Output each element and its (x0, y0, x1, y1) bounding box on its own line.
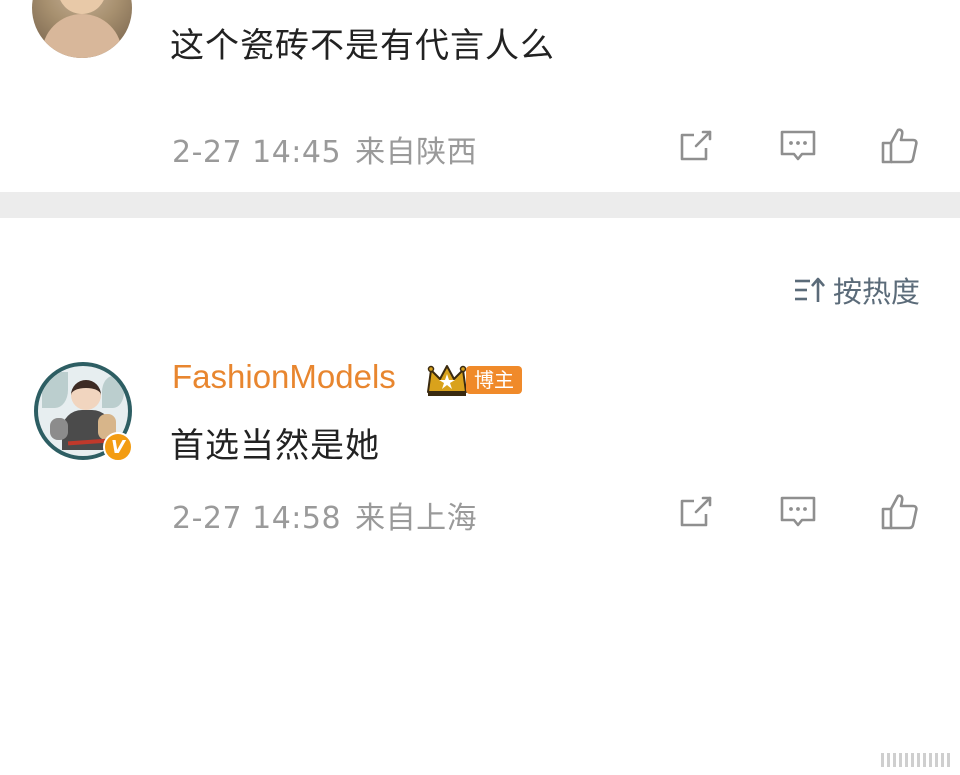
blogger-badge: 博主 (466, 366, 522, 394)
comment-time: 2-27 14:45 (172, 135, 342, 170)
comment-meta: 2-27 14:45 来自陕西 (172, 127, 477, 171)
like-button[interactable] (880, 126, 920, 166)
comment-time: 2-27 14:58 (172, 501, 342, 536)
like-button[interactable] (880, 492, 920, 532)
username[interactable]: FashionModels (172, 358, 396, 396)
comment-meta: 2-27 14:58 来自上海 (172, 493, 477, 537)
thumbs-up-icon (881, 128, 918, 164)
comment-icon (780, 496, 816, 527)
comment-text: 这个瓷砖不是有代言人么 (170, 26, 555, 66)
comment-actions (676, 126, 920, 166)
share-icon (680, 496, 712, 527)
watermark-stripes (881, 753, 950, 767)
avatar-cat (50, 418, 68, 440)
thumbs-up-icon (881, 494, 918, 530)
avatar-bg-leaf (102, 376, 124, 408)
comment-text: 首选当然是她 (170, 426, 380, 466)
reply-button[interactable] (778, 492, 818, 532)
share-button[interactable] (676, 126, 716, 166)
share-button[interactable] (676, 492, 716, 532)
avatar-bg-leaf (42, 372, 68, 408)
section-separator (0, 192, 960, 218)
reply-button[interactable] (778, 126, 818, 166)
avatar-head (71, 380, 101, 410)
sort-by-hot-button[interactable]: 按热度 (793, 270, 920, 310)
sort-label: 按热度 (832, 275, 920, 309)
share-icon (680, 130, 712, 161)
comment-location: 来自上海 (355, 501, 478, 536)
avatar[interactable] (32, 0, 132, 58)
verified-icon: V (103, 432, 133, 462)
crown-icon (427, 365, 467, 396)
avatar-shoulder (42, 14, 122, 58)
sort-icon (794, 277, 825, 302)
comment-card-1: 这个瓷砖不是有代言人么 2-27 14:45 来自陕西 (0, 0, 960, 192)
comment-actions (676, 492, 920, 532)
comment-icon (780, 130, 816, 161)
comment-location: 来自陕西 (355, 135, 478, 170)
avatar-face (58, 0, 106, 14)
